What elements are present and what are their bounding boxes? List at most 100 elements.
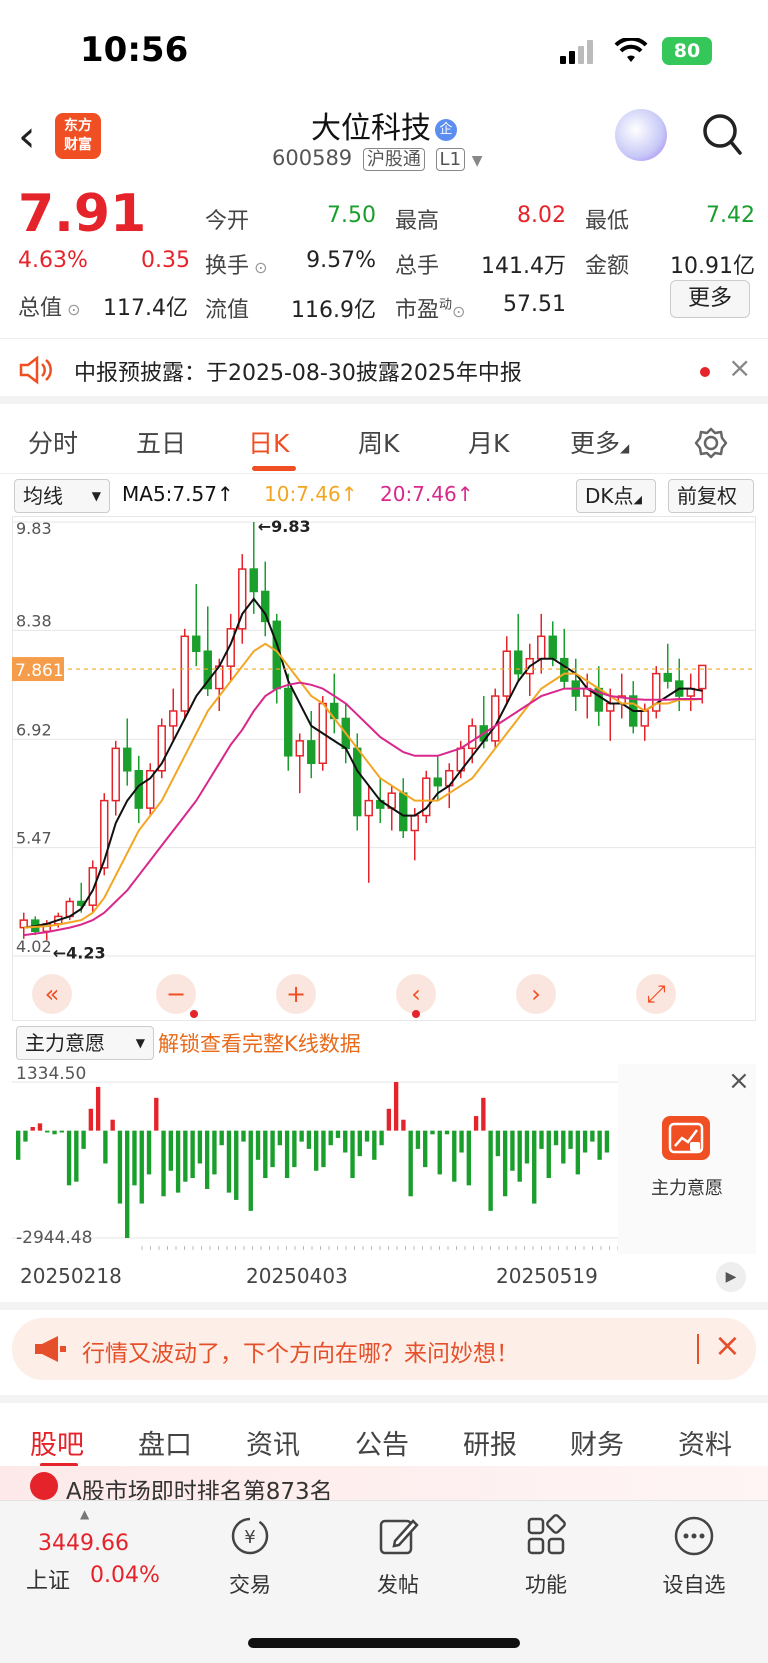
histogram-bar: [110, 1119, 115, 1131]
candle-body: [606, 702, 615, 712]
histogram-bar: [234, 1130, 239, 1200]
tab-news[interactable]: 资讯: [246, 1423, 300, 1462]
more-quote-button[interactable]: 更多: [670, 280, 750, 318]
histogram-bar: [452, 1130, 457, 1182]
candle-body: [640, 710, 649, 727]
add-watchlist-button[interactable]: 设自选: [634, 1513, 754, 1599]
post-button[interactable]: 发帖: [338, 1513, 458, 1599]
histogram-bar: [66, 1130, 72, 1186]
tab-weekly-k[interactable]: 周K: [358, 424, 399, 460]
stock-code-row[interactable]: 600589 沪股通 L1 ▼: [272, 145, 483, 171]
histogram-bar: [175, 1130, 181, 1193]
histogram-bar: [466, 1130, 471, 1186]
histogram-bar: [502, 1130, 508, 1197]
unlock-link[interactable]: 解锁查看完整K线数据: [158, 1028, 361, 1058]
histogram-bar: [270, 1130, 275, 1168]
tab-daily-k[interactable]: 日K: [248, 424, 289, 460]
histogram-bar: [103, 1130, 108, 1164]
open-label: 今开: [205, 209, 250, 234]
svg-text:⤢: ⤢: [646, 980, 665, 1008]
tab-announcements[interactable]: 公告: [355, 1423, 409, 1462]
info-icon[interactable]: ⊙: [452, 302, 465, 321]
market-tag: 沪股通: [362, 148, 425, 171]
histogram-bar: [553, 1130, 559, 1146]
tab-monthly-k[interactable]: 月K: [468, 424, 509, 460]
search-icon[interactable]: [702, 113, 742, 157]
candle-body: [399, 792, 408, 832]
candle-body: [410, 814, 419, 832]
tab-five-day[interactable]: 五日: [136, 424, 186, 460]
histogram-bar: [582, 1130, 588, 1153]
histogram-bar: [146, 1130, 152, 1175]
indicator-selector[interactable]: 均线 ▼: [14, 479, 110, 513]
histogram-max-label: 1334.50: [16, 1064, 87, 1084]
rewind-icon[interactable]: «: [32, 974, 72, 1014]
stock-header: ‹ 东方 财富 大位科技企 600589 沪股通 L1 ▼: [0, 95, 768, 180]
histogram-bar: [495, 1130, 501, 1157]
trade-icon: ¥: [231, 1517, 269, 1555]
close-icon[interactable]: ×: [714, 1326, 741, 1364]
moving-average-row: 均线 ▼ MA5:7.57↑ 10:7.46↑ 20:7.46↑ DK点◢ 前复权: [0, 476, 768, 516]
info-icon[interactable]: ⊙: [249, 258, 267, 277]
ma5-value: MA5:7.57↑: [122, 482, 234, 506]
candlestick-chart[interactable]: 9.838.386.925.474.027.861←9.83←4.23« − + ‹ ›…: [12, 516, 756, 1021]
notice-bar[interactable]: 中报预披露：于2025-08-30披露2025年中报 ×: [0, 338, 768, 404]
histogram-bar: [415, 1130, 421, 1149]
zoom-in-icon[interactable]: +: [276, 974, 316, 1014]
close-icon[interactable]: ×: [728, 351, 751, 384]
ma10-value: 10:7.46↑: [264, 482, 358, 506]
histogram-bar: [190, 1130, 195, 1179]
tab-forum[interactable]: 股吧: [30, 1423, 84, 1462]
tab-orderbook[interactable]: 盘口: [138, 1423, 192, 1462]
stock-name-text: 大位科技: [311, 111, 431, 146]
prev-icon[interactable]: ‹: [396, 974, 436, 1014]
wifi-icon: [614, 38, 648, 62]
tab-more[interactable]: 更多◢: [570, 424, 629, 460]
histogram-bar: [546, 1130, 551, 1179]
histogram-bar: [473, 1116, 479, 1131]
candle-body: [261, 590, 270, 623]
histogram-bar: [335, 1130, 341, 1138]
sub-indicator-selector[interactable]: 主力意愿 ▼: [16, 1026, 154, 1060]
level-tag: L1: [435, 148, 466, 171]
date-label: 20250403: [246, 1264, 348, 1288]
histogram-bar: [117, 1130, 123, 1204]
ai-promo-banner[interactable]: 行情又波动了，下个方向在哪？来问妙想！ ×: [12, 1318, 756, 1380]
functions-button[interactable]: 功能: [486, 1513, 606, 1599]
histogram-bar: [423, 1130, 428, 1168]
play-forward-button[interactable]: ▶: [716, 1262, 746, 1292]
ranking-peek[interactable]: A股市场即时排名第873名: [0, 1466, 768, 1500]
histogram-bar: [393, 1082, 399, 1131]
tab-profile[interactable]: 资料: [678, 1423, 732, 1462]
tab-finance[interactable]: 财务: [570, 1423, 624, 1462]
close-icon[interactable]: ×: [728, 1066, 750, 1096]
dk-point-selector[interactable]: DK点◢: [576, 479, 656, 513]
stock-code: 600589: [272, 146, 353, 170]
add-watchlist-label: 设自选: [662, 1573, 726, 1597]
next-icon[interactable]: ›: [516, 974, 556, 1014]
histogram-bar: [263, 1130, 268, 1179]
settings-gear-icon[interactable]: [694, 426, 728, 460]
tab-research[interactable]: 研报: [463, 1423, 517, 1462]
histogram-bar: [45, 1130, 50, 1133]
megaphone-icon: [35, 1336, 66, 1362]
histogram-bar: [88, 1108, 94, 1131]
histogram-bar: [292, 1130, 297, 1168]
indicator-dot: [412, 1010, 420, 1018]
svg-text:+: +: [286, 980, 306, 1008]
tab-intraday[interactable]: 分时: [28, 424, 78, 460]
histogram-bar: [343, 1130, 348, 1153]
mktcap-label: 总值 ⊙: [18, 296, 81, 321]
adjust-selector[interactable]: 前复权: [668, 479, 754, 513]
candle-body: [560, 657, 569, 682]
candle-body: [663, 672, 672, 682]
fullscreen-icon[interactable]: ⤢: [636, 974, 676, 1014]
candle-body: [192, 635, 201, 652]
histogram-bar: [132, 1130, 137, 1186]
info-icon[interactable]: ⊙: [62, 300, 80, 319]
assistant-robot-icon[interactable]: [615, 109, 667, 161]
histogram-bar: [430, 1130, 435, 1135]
trade-button[interactable]: ¥ 交易: [190, 1513, 310, 1599]
zoom-out-icon[interactable]: −: [156, 974, 196, 1014]
locked-indicator-panel[interactable]: × 主力意愿: [618, 1064, 756, 1254]
